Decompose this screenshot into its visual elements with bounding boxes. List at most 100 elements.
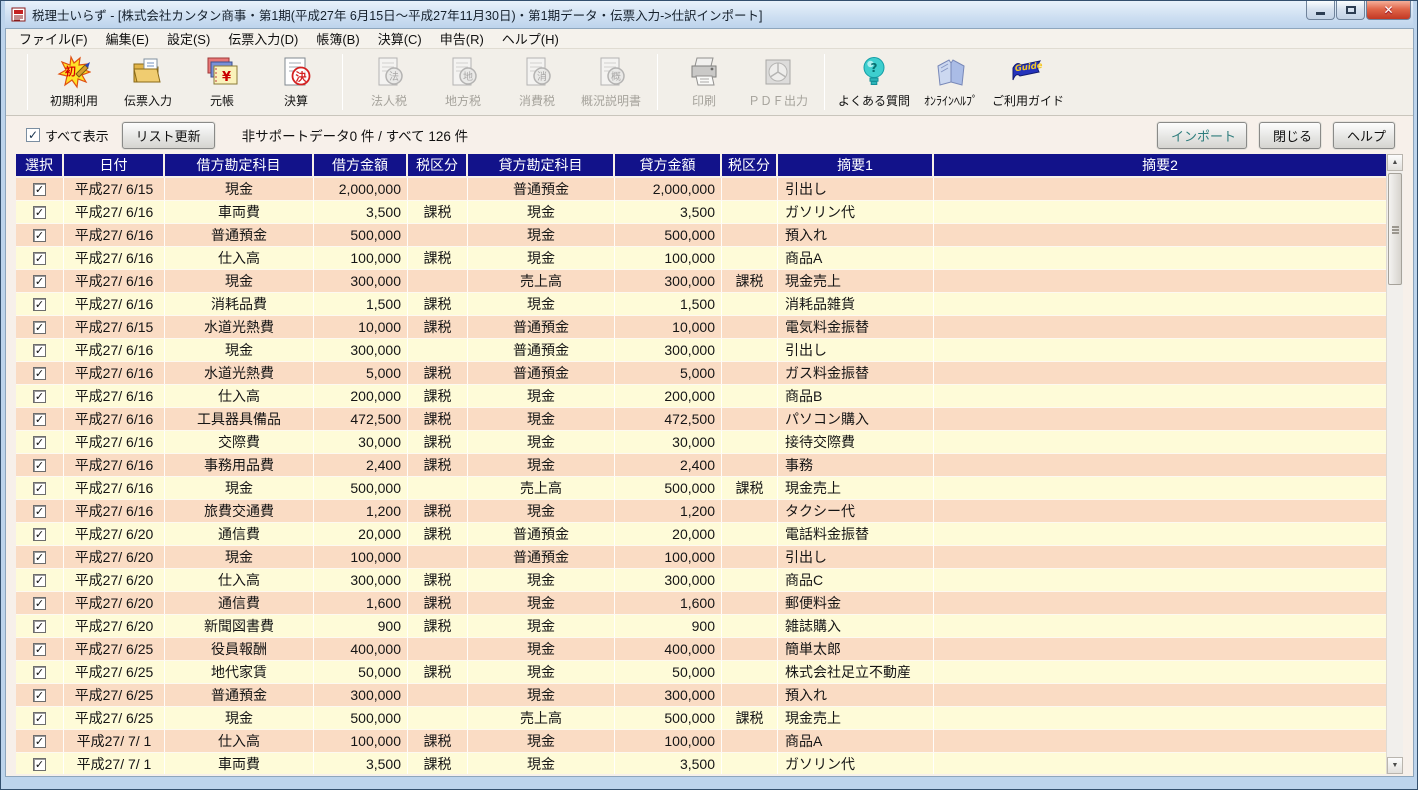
row-checkbox[interactable]: ✓ — [33, 252, 46, 265]
row-checkbox[interactable]: ✓ — [33, 735, 46, 748]
date-cell: 平成27/ 6/16 — [64, 339, 165, 362]
scrollbar-thumb[interactable] — [1388, 173, 1402, 285]
table-row[interactable]: ✓ 平成27/ 6/16 普通預金 500,000 現金 500,000 預入れ — [16, 224, 1386, 247]
table-row[interactable]: ✓ 平成27/ 6/20 新聞図書費 900 課税 現金 900 雑誌購入 — [16, 615, 1386, 638]
row-checkbox[interactable]: ✓ — [33, 689, 46, 702]
table-row[interactable]: ✓ 平成27/ 7/ 1 仕入高 100,000 課税 現金 100,000 商… — [16, 730, 1386, 753]
table-row[interactable]: ✓ 平成27/ 6/16 現金 300,000 売上高 300,000 課税 現… — [16, 270, 1386, 293]
check-mark-icon: ✓ — [35, 643, 44, 656]
row-checkbox[interactable]: ✓ — [33, 505, 46, 518]
row-checkbox[interactable]: ✓ — [33, 436, 46, 449]
minimize-button[interactable] — [1306, 1, 1335, 20]
row-checkbox[interactable]: ✓ — [33, 367, 46, 380]
memo1-cell: ガス料金振替 — [778, 362, 934, 385]
menu-item-help[interactable]: ヘルプ(H) — [493, 28, 568, 50]
menu-item-file[interactable]: ファイル(F) — [10, 28, 97, 50]
toolbar-faq-button[interactable]: ?よくある質問 — [834, 53, 914, 111]
table-row[interactable]: ✓ 平成27/ 6/16 仕入高 200,000 課税 現金 200,000 商… — [16, 385, 1386, 408]
table-row[interactable]: ✓ 平成27/ 6/15 水道光熱費 10,000 課税 普通預金 10,000… — [16, 316, 1386, 339]
table-row[interactable]: ✓ 平成27/ 6/16 工具器具備品 472,500 課税 現金 472,50… — [16, 408, 1386, 431]
row-checkbox[interactable]: ✓ — [33, 459, 46, 472]
toolbar-voucher-entry-button[interactable]: 伝票入力 — [111, 53, 185, 111]
table-row[interactable]: ✓ 平成27/ 6/16 消耗品費 1,500 課税 現金 1,500 消耗品雑… — [16, 293, 1386, 316]
toolbar-ledger-button[interactable]: ¥元帳 — [185, 53, 259, 111]
table-row[interactable]: ✓ 平成27/ 7/ 1 車両費 3,500 課税 現金 3,500 ガソリン代 — [16, 753, 1386, 774]
debit-account-cell: 役員報酬 — [165, 638, 314, 661]
row-checkbox[interactable]: ✓ — [33, 643, 46, 656]
check-mark-icon: ✓ — [35, 482, 44, 495]
table-row[interactable]: ✓ 平成27/ 6/20 通信費 1,600 課税 現金 1,600 郵便料金 — [16, 592, 1386, 615]
row-checkbox[interactable]: ✓ — [33, 597, 46, 610]
memo1-cell: 商品B — [778, 385, 934, 408]
menu-item-closing[interactable]: 決算(C) — [369, 28, 431, 50]
debit-amount-cell: 400,000 — [314, 638, 408, 661]
table-row[interactable]: ✓ 平成27/ 6/25 地代家賃 50,000 課税 現金 50,000 株式… — [16, 661, 1386, 684]
close-button[interactable]: ✕ — [1366, 1, 1411, 20]
maximize-button[interactable] — [1336, 1, 1365, 20]
menu-item-settings[interactable]: 設定(S) — [158, 28, 219, 50]
table-row[interactable]: ✓ 平成27/ 6/16 旅費交通費 1,200 課税 現金 1,200 タクシ… — [16, 500, 1386, 523]
row-checkbox[interactable]: ✓ — [33, 321, 46, 334]
show-all-checkbox[interactable]: ✓ — [26, 128, 40, 142]
row-checkbox[interactable]: ✓ — [33, 666, 46, 679]
table-row[interactable]: ✓ 平成27/ 6/16 水道光熱費 5,000 課税 普通預金 5,000 ガ… — [16, 362, 1386, 385]
menu-item-tax-return[interactable]: 申告(R) — [431, 28, 493, 50]
credit-account-cell: 現金 — [468, 385, 615, 408]
row-checkbox[interactable]: ✓ — [33, 551, 46, 564]
table-row[interactable]: ✓ 平成27/ 6/15 現金 2,000,000 普通預金 2,000,000… — [16, 178, 1386, 201]
credit-account-cell: 現金 — [468, 592, 615, 615]
row-checkbox[interactable]: ✓ — [33, 390, 46, 403]
row-checkbox[interactable]: ✓ — [33, 482, 46, 495]
row-select-cell: ✓ — [16, 569, 64, 592]
memo2-cell — [934, 477, 1386, 500]
menu-item-books[interactable]: 帳簿(B) — [307, 28, 368, 50]
scroll-down-button[interactable]: ▼ — [1387, 757, 1403, 774]
debit-amount-cell: 100,000 — [314, 247, 408, 270]
row-checkbox[interactable]: ✓ — [33, 183, 46, 196]
check-mark-icon: ✓ — [35, 344, 44, 357]
table-row[interactable]: ✓ 平成27/ 6/16 仕入高 100,000 課税 現金 100,000 商… — [16, 247, 1386, 270]
toolbar-closing-button[interactable]: 決決算 — [259, 53, 333, 111]
debit-tax-cell — [408, 638, 468, 661]
menu-item-edit[interactable]: 編集(E) — [97, 28, 158, 50]
credit-account-cell: 現金 — [468, 431, 615, 454]
table-row[interactable]: ✓ 平成27/ 6/20 現金 100,000 普通預金 100,000 引出し — [16, 546, 1386, 569]
menu-item-voucher-entry[interactable]: 伝票入力(D) — [219, 28, 307, 50]
help-button[interactable]: ヘルプ — [1333, 122, 1395, 149]
table-row[interactable]: ✓ 平成27/ 6/25 役員報酬 400,000 現金 400,000 簡単太… — [16, 638, 1386, 661]
row-checkbox[interactable]: ✓ — [33, 275, 46, 288]
table-row[interactable]: ✓ 平成27/ 6/16 現金 500,000 売上高 500,000 課税 現… — [16, 477, 1386, 500]
row-checkbox[interactable]: ✓ — [33, 413, 46, 426]
journal-import-table: 選択 日付 借方勘定科目 借方金額 税区分 貸方勘定科目 貸方金額 税区分 摘要… — [16, 154, 1403, 774]
chihou-icon: 地 — [446, 55, 480, 89]
toolbar-user-guide-button[interactable]: Guideご利用ガイド — [988, 53, 1068, 111]
toolbar-online-help-button[interactable]: ｵﾝﾗｲﾝﾍﾙﾌﾟ — [914, 53, 988, 111]
row-checkbox[interactable]: ✓ — [33, 620, 46, 633]
row-checkbox[interactable]: ✓ — [33, 758, 46, 771]
close-dialog-button[interactable]: 閉じる — [1259, 122, 1321, 149]
vertical-scrollbar[interactable]: ▲ ▼ — [1386, 154, 1403, 774]
row-checkbox[interactable]: ✓ — [33, 528, 46, 541]
row-checkbox[interactable]: ✓ — [33, 344, 46, 357]
row-checkbox[interactable]: ✓ — [33, 206, 46, 219]
table-row[interactable]: ✓ 平成27/ 6/25 普通預金 300,000 現金 300,000 預入れ — [16, 684, 1386, 707]
table-row[interactable]: ✓ 平成27/ 6/16 現金 300,000 普通預金 300,000 引出し — [16, 339, 1386, 362]
toolbar-initial-use-button[interactable]: 初初期利用 — [37, 53, 111, 111]
row-checkbox[interactable]: ✓ — [33, 574, 46, 587]
debit-tax-cell: 課税 — [408, 569, 468, 592]
debit-account-cell: 水道光熱費 — [165, 362, 314, 385]
import-button[interactable]: インポート — [1157, 122, 1247, 149]
row-checkbox[interactable]: ✓ — [33, 298, 46, 311]
table-row[interactable]: ✓ 平成27/ 6/25 現金 500,000 売上高 500,000 課税 現… — [16, 707, 1386, 730]
table-row[interactable]: ✓ 平成27/ 6/16 車両費 3,500 課税 現金 3,500 ガソリン代 — [16, 201, 1386, 224]
table-grid: 選択 日付 借方勘定科目 借方金額 税区分 貸方勘定科目 貸方金額 税区分 摘要… — [16, 154, 1386, 774]
debit-account-cell: 仕入高 — [165, 569, 314, 592]
row-checkbox[interactable]: ✓ — [33, 712, 46, 725]
table-row[interactable]: ✓ 平成27/ 6/20 通信費 20,000 課税 普通預金 20,000 電… — [16, 523, 1386, 546]
table-row[interactable]: ✓ 平成27/ 6/16 事務用品費 2,400 課税 現金 2,400 事務 — [16, 454, 1386, 477]
table-row[interactable]: ✓ 平成27/ 6/20 仕入高 300,000 課税 現金 300,000 商… — [16, 569, 1386, 592]
scroll-up-button[interactable]: ▲ — [1387, 154, 1403, 171]
list-refresh-button[interactable]: リスト更新 — [122, 122, 215, 149]
table-row[interactable]: ✓ 平成27/ 6/16 交際費 30,000 課税 現金 30,000 接待交… — [16, 431, 1386, 454]
row-checkbox[interactable]: ✓ — [33, 229, 46, 242]
